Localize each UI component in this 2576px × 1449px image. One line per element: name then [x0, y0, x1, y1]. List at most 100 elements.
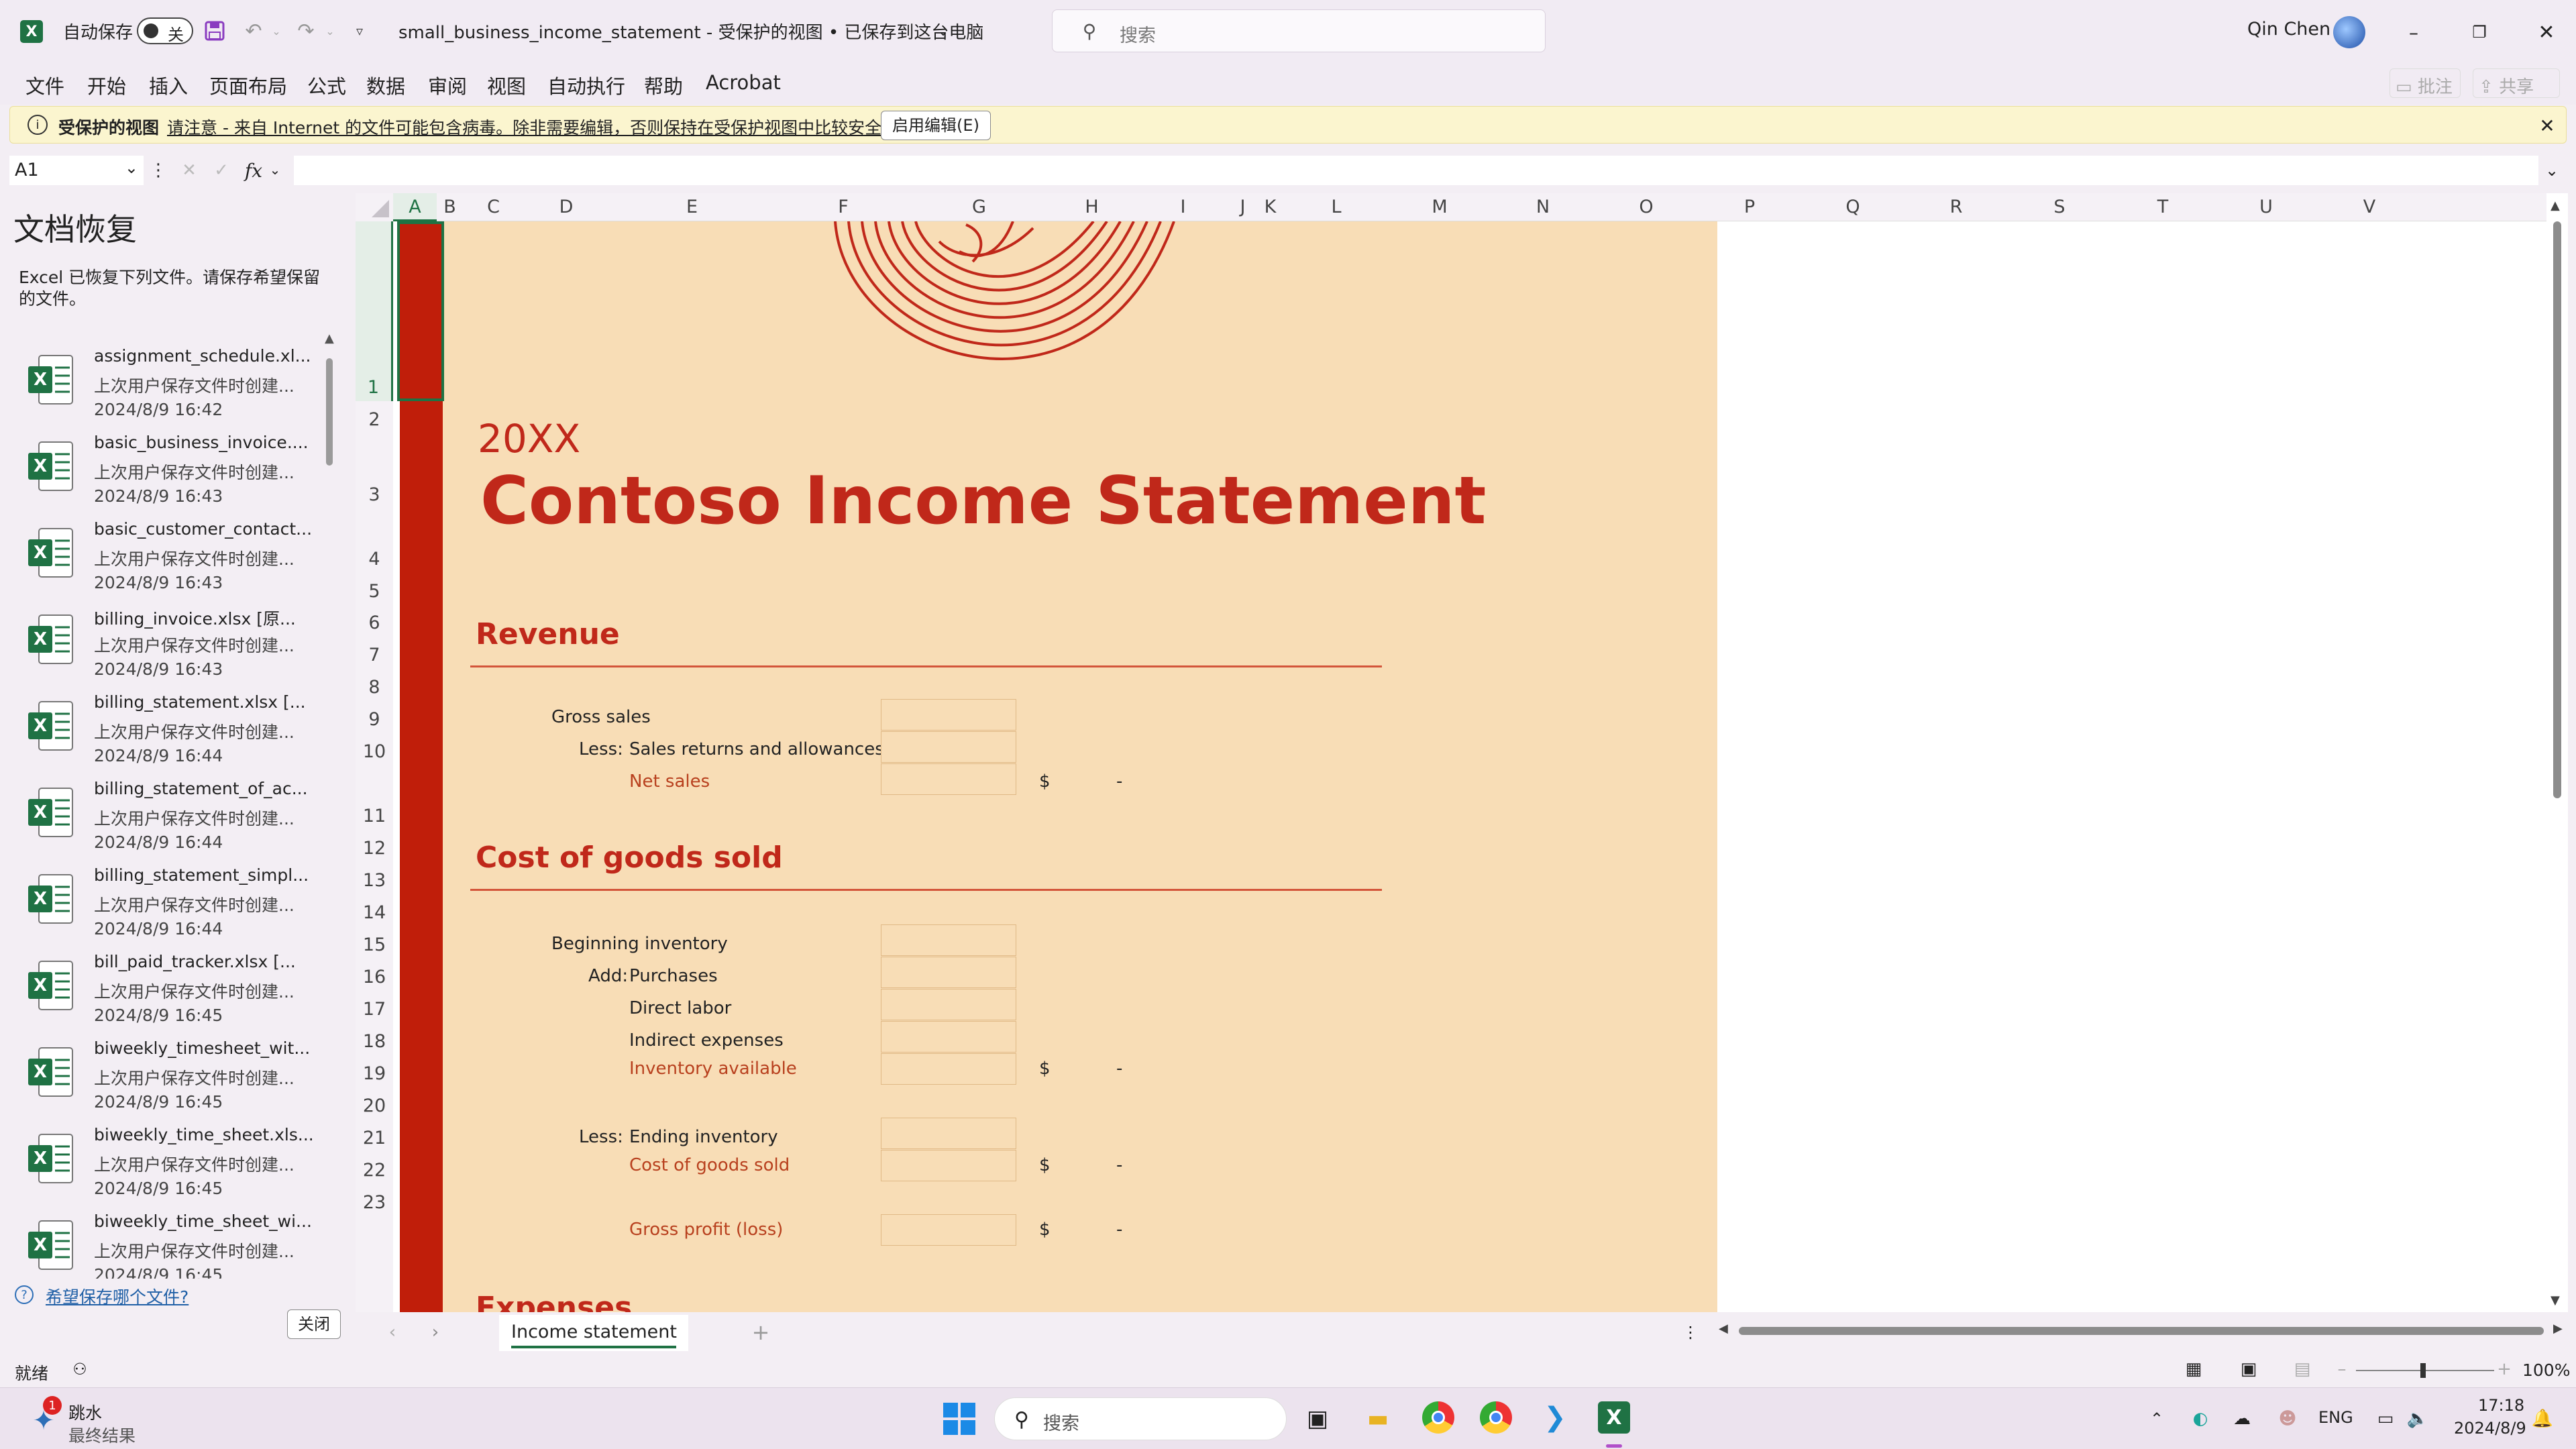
- row-header[interactable]: 4: [356, 508, 393, 573]
- normal-view-icon[interactable]: ▦: [2182, 1358, 2206, 1381]
- zoom-slider[interactable]: [2356, 1363, 2494, 1378]
- page-break-view-icon[interactable]: ▤: [2290, 1358, 2314, 1381]
- column-header[interactable]: S: [2008, 193, 2111, 221]
- row-header[interactable]: 11: [356, 765, 393, 830]
- column-header[interactable]: J: [1230, 193, 1256, 221]
- recovery-file-item[interactable]: Xbiweekly_time_sheet_wi... 上次用户保存文件时创建...…: [0, 1205, 335, 1279]
- clock-time[interactable]: 17:18: [2478, 1396, 2524, 1415]
- sheet-tab-income-statement[interactable]: Income statement: [499, 1315, 688, 1351]
- cogs-total-input[interactable]: [881, 1150, 1016, 1181]
- column-header[interactable]: R: [1904, 193, 2008, 221]
- row-header[interactable]: 13: [356, 862, 393, 894]
- column-header[interactable]: I: [1136, 193, 1230, 221]
- row-header[interactable]: 20: [356, 1087, 393, 1120]
- net-sales-input[interactable]: [881, 763, 1016, 795]
- protected-view-message[interactable]: 请注意 - 来自 Internet 的文件可能包含病毒。除非需要编辑，否则保持在…: [167, 115, 898, 139]
- row-header[interactable]: 6: [356, 605, 393, 637]
- weather-widget[interactable]: ✦ 1 跳水 最终结果: [27, 1396, 174, 1446]
- row-header[interactable]: 15: [356, 926, 393, 959]
- menu-acrobat[interactable]: Acrobat: [706, 71, 781, 94]
- file-explorer-icon[interactable]: ▬: [1360, 1403, 1395, 1435]
- tabs-options-icon[interactable]: ⋮: [1682, 1320, 1699, 1344]
- clock-date[interactable]: 2024/8/9: [2454, 1419, 2526, 1438]
- redo-dropdown-icon[interactable]: ⌄: [325, 23, 335, 39]
- column-header[interactable]: N: [1491, 193, 1595, 221]
- column-header[interactable]: C: [463, 193, 524, 221]
- minimize-icon[interactable]: –: [2392, 16, 2435, 48]
- recovery-file-item[interactable]: Xbiweekly_time_sheet.xls... 上次用户保存文件时创建..…: [0, 1118, 335, 1204]
- beginning-inventory-input[interactable]: [881, 924, 1016, 956]
- column-header[interactable]: G: [911, 193, 1047, 221]
- excel-taskbar-icon[interactable]: X: [1598, 1401, 1630, 1434]
- horizontal-scrollbar[interactable]: ◀ ▶: [1717, 1322, 2567, 1340]
- menu-review[interactable]: 审阅: [428, 71, 467, 99]
- column-header[interactable]: T: [2111, 193, 2214, 221]
- menu-insert[interactable]: 插入: [149, 71, 188, 99]
- search-box[interactable]: ⚲ 搜索: [1052, 9, 1546, 52]
- menu-automate[interactable]: 自动执行: [547, 71, 625, 99]
- direct-labor-input[interactable]: [881, 989, 1016, 1020]
- column-header[interactable]: A: [393, 193, 437, 221]
- row-header[interactable]: 23: [356, 1184, 393, 1216]
- share-button[interactable]: ⇪ 共享 ⌄: [2473, 68, 2560, 118]
- recovery-file-item[interactable]: Xbasic_customer_contact... 上次用户保存文件时创建...…: [0, 513, 335, 598]
- app-tray-icon[interactable]: ☻: [2275, 1405, 2300, 1432]
- recovery-file-item[interactable]: Xbilling_statement_simpl... 上次用户保存文件时创建..…: [0, 859, 335, 945]
- menu-view[interactable]: 视图: [487, 71, 526, 99]
- row-header[interactable]: 10: [356, 733, 393, 765]
- title-dropdown-icon[interactable]: ⌄: [935, 21, 951, 40]
- row-header[interactable]: 14: [356, 894, 393, 926]
- recovery-file-item[interactable]: Xbiweekly_timesheet_wit... 上次用户保存文件时创建...…: [0, 1032, 335, 1118]
- recovery-file-item[interactable]: Xassignment_schedule.xl... 上次用户保存文件时创建...…: [0, 339, 335, 425]
- menu-home[interactable]: 开始: [87, 71, 126, 99]
- returns-input[interactable]: [881, 731, 1016, 763]
- menu-formulas[interactable]: 公式: [307, 71, 346, 99]
- comments-button[interactable]: ▭ 批注: [2390, 68, 2461, 98]
- column-header[interactable]: E: [608, 193, 775, 221]
- task-view-icon[interactable]: ▣: [1301, 1403, 1334, 1435]
- function-dropdown-icon[interactable]: ⌄: [268, 160, 282, 180]
- row-header[interactable]: 7: [356, 637, 393, 669]
- language-indicator[interactable]: ENG: [2318, 1408, 2353, 1427]
- indirect-expenses-input[interactable]: [881, 1021, 1016, 1053]
- column-header[interactable]: M: [1388, 193, 1491, 221]
- column-header[interactable]: D: [524, 193, 608, 221]
- name-box[interactable]: A1 ⌄: [9, 156, 144, 185]
- customize-qat-icon[interactable]: ▿: [350, 21, 369, 40]
- formula-input[interactable]: [294, 156, 2538, 185]
- row-header[interactable]: 21: [356, 1120, 393, 1152]
- accessibility-icon[interactable]: ⚇: [70, 1359, 90, 1379]
- row-header[interactable]: 19: [356, 1055, 393, 1087]
- notification-bell-icon[interactable]: 🔔: [2530, 1405, 2555, 1432]
- more-options-icon[interactable]: ⋮: [150, 158, 167, 182]
- avatar[interactable]: [2333, 16, 2365, 48]
- vscode-icon[interactable]: ❯: [1539, 1401, 1571, 1434]
- recovery-file-item[interactable]: Xbilling_invoice.xlsx [原... 上次用户保存文件时创建..…: [0, 599, 335, 685]
- zoom-in-icon[interactable]: +: [2494, 1358, 2514, 1381]
- recovery-file-item[interactable]: Xbilling_statement_of_ac... 上次用户保存文件时创建..…: [0, 772, 335, 858]
- edge-tray-icon[interactable]: ◐: [2188, 1405, 2212, 1432]
- row-header[interactable]: 5: [356, 573, 393, 605]
- start-button[interactable]: [943, 1403, 975, 1435]
- add-sheet-icon[interactable]: +: [747, 1319, 774, 1346]
- undo-icon[interactable]: ↶: [241, 19, 266, 43]
- column-header[interactable]: V: [2318, 193, 2421, 221]
- recovery-file-item[interactable]: Xbasic_business_invoice.... 上次用户保存文件时创建..…: [0, 426, 335, 512]
- selected-cell-a1[interactable]: [397, 221, 444, 401]
- taskbar-search[interactable]: ⚲ 搜索: [994, 1397, 1287, 1440]
- row-header[interactable]: 2: [356, 401, 393, 433]
- column-header[interactable]: K: [1256, 193, 1285, 221]
- gross-profit-input[interactable]: [881, 1214, 1016, 1246]
- column-header[interactable]: U: [2214, 193, 2318, 221]
- enter-formula-icon[interactable]: ✓: [209, 158, 233, 182]
- column-header[interactable]: L: [1285, 193, 1388, 221]
- volume-icon[interactable]: 🔈: [2406, 1405, 2430, 1432]
- purchases-input[interactable]: [881, 957, 1016, 988]
- page-layout-view-icon[interactable]: ▣: [2237, 1358, 2261, 1381]
- column-header[interactable]: H: [1047, 193, 1136, 221]
- row-header[interactable]: 16: [356, 959, 393, 991]
- expand-formula-icon[interactable]: ⌄: [2540, 158, 2564, 182]
- menu-page-layout[interactable]: 页面布局: [209, 71, 287, 99]
- gross-sales-input[interactable]: [881, 699, 1016, 731]
- column-header[interactable]: P: [1698, 193, 1801, 221]
